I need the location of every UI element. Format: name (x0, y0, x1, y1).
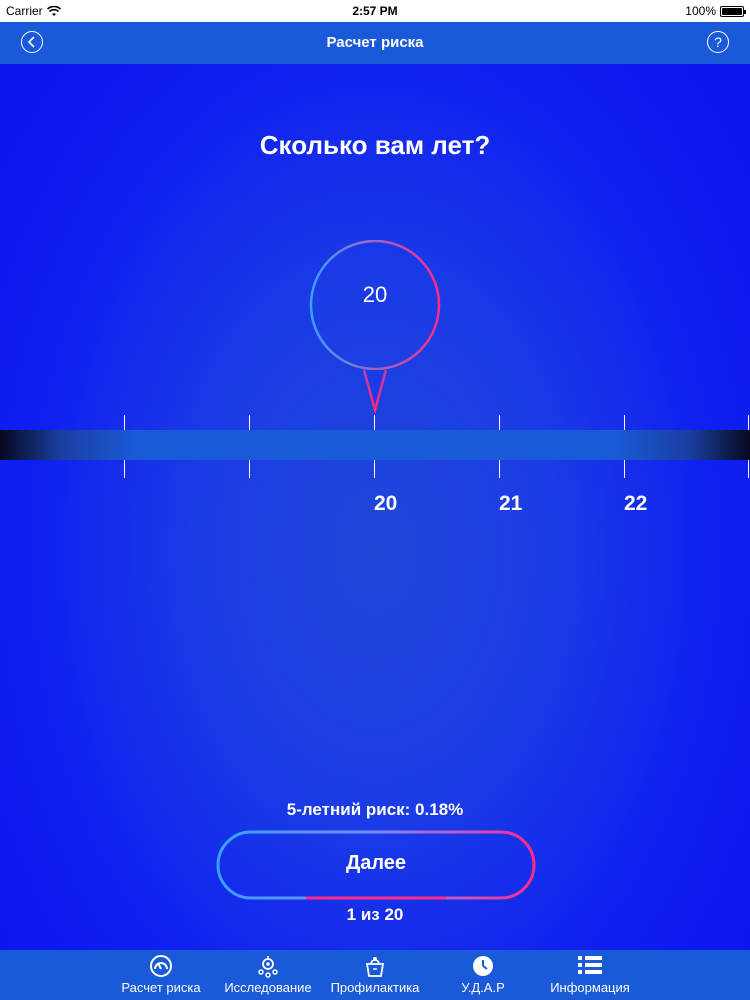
tick-mark (249, 460, 250, 478)
status-right: 100% (685, 4, 746, 18)
step-indicator: 1 из 20 (346, 905, 404, 924)
tick-mark (124, 460, 125, 478)
tick-mark (249, 415, 250, 430)
tick-label-22: 22 (624, 492, 648, 515)
next-button-label: Далее (345, 852, 407, 874)
tab-label: У.Д.А.Р (461, 980, 505, 995)
tick-label-21: 21 (499, 492, 523, 515)
question-icon: ? (714, 34, 722, 50)
tick-label-20: 20 (374, 492, 398, 515)
tab-risk[interactable]: Расчет риска (106, 950, 216, 1000)
tab-udar[interactable]: У.Д.А.Р (428, 950, 538, 1000)
tab-bar: Расчет риска Исследование Профилактика У… (0, 950, 750, 1000)
list-icon (578, 956, 602, 974)
tick-mark (374, 415, 375, 430)
tab-label: Информация (550, 980, 630, 995)
tick-mark (124, 415, 125, 430)
ruler-track[interactable] (0, 430, 750, 460)
tick-mark (624, 460, 625, 478)
page-title: Расчет риска (326, 34, 424, 51)
research-icon (258, 956, 278, 978)
value-bubble (309, 240, 441, 415)
tick-mark (748, 415, 749, 430)
nav-bar: Расчет риска ? (0, 22, 750, 64)
status-bar: Carrier 2:57 PM 100% (0, 0, 750, 22)
tab-label: Исследование (224, 980, 312, 995)
tick-mark (499, 415, 500, 430)
app-root: Carrier 2:57 PM 100% Расчет риска ? Скол… (0, 0, 750, 1000)
question-title: Сколько вам лет? (259, 130, 491, 160)
tick-mark (748, 460, 749, 478)
tab-prevention[interactable]: Профилактика (320, 950, 430, 1000)
battery-icon (720, 5, 746, 17)
tab-research[interactable]: Исследование (213, 950, 323, 1000)
clock-icon (473, 956, 493, 976)
gauge-icon (150, 955, 172, 977)
tab-label: Расчет риска (121, 980, 201, 995)
help-button[interactable]: ? (707, 31, 729, 53)
selected-age-value: 20 (362, 282, 388, 307)
tab-label: Профилактика (330, 980, 420, 995)
risk-label: 5-летний риск: 0.18% (286, 800, 464, 819)
tick-mark (624, 415, 625, 430)
tab-info[interactable]: Информация (535, 950, 645, 1000)
battery-percent: 100% (685, 4, 716, 18)
tick-mark (499, 460, 500, 478)
bag-icon (365, 957, 385, 977)
tick-mark (374, 460, 375, 478)
status-time: 2:57 PM (352, 4, 398, 18)
